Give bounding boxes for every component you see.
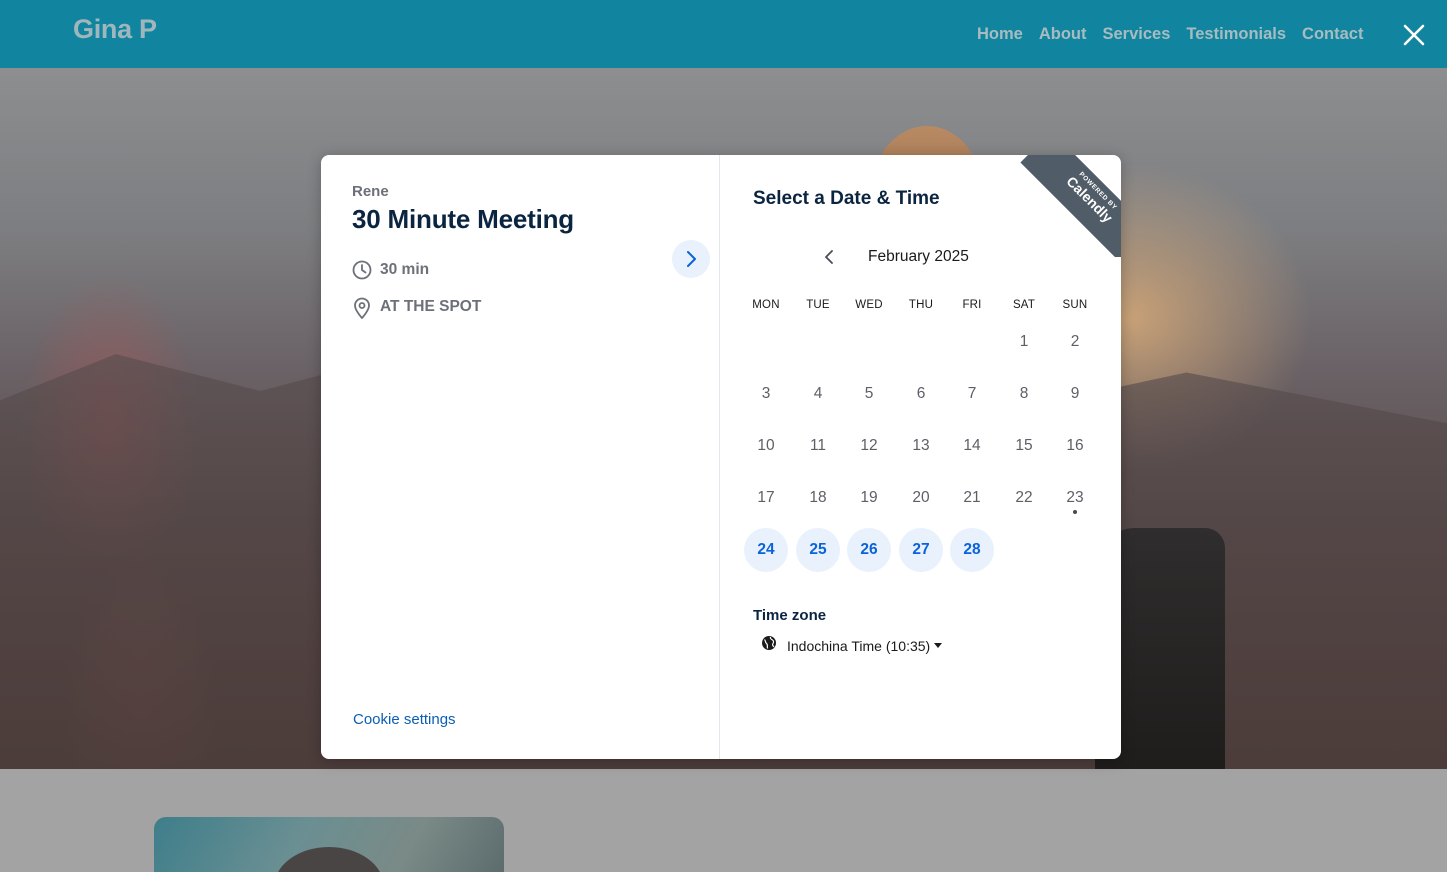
scheduling-modal: Rene 30 Minute Meeting 30 min AT THE SPO… — [321, 155, 1121, 759]
day-13: 13 — [912, 437, 930, 454]
month-label: February 2025 — [868, 248, 969, 265]
site-brand[interactable]: Gina P — [73, 14, 157, 45]
day-16: 16 — [1066, 437, 1084, 454]
weekday-sat: SAT — [1012, 299, 1036, 311]
nav-services[interactable]: Services — [1095, 24, 1179, 44]
weekday-tue: TUE — [806, 299, 830, 311]
day-4: 4 — [813, 385, 823, 402]
day-1: 1 — [1019, 333, 1029, 350]
close-icon[interactable] — [1401, 22, 1427, 48]
location-row: AT THE SPOT — [352, 297, 482, 320]
location-text: AT THE SPOT — [380, 298, 482, 315]
timezone-heading: Time zone — [753, 607, 827, 624]
weekday-fri: FRI — [962, 299, 982, 311]
day-25-available[interactable]: 25 — [796, 528, 840, 572]
next-month-button[interactable] — [672, 240, 710, 278]
nav-about[interactable]: About — [1031, 24, 1095, 44]
day-3: 3 — [761, 385, 771, 402]
day-6: 6 — [916, 385, 926, 402]
day-12: 12 — [860, 437, 878, 454]
duration-text: 30 min — [380, 261, 430, 278]
date-picker-panel: Select a Date & Time POWERED BY Calendly… — [721, 155, 1121, 759]
day-11: 11 — [809, 437, 827, 454]
nav-home[interactable]: Home — [969, 24, 1031, 44]
day-10: 10 — [757, 437, 775, 454]
event-title: 30 Minute Meeting — [352, 204, 574, 234]
caret-down-icon — [934, 643, 943, 648]
calendly-badge[interactable]: POWERED BY Calendly — [1020, 155, 1121, 257]
weekday-mon: MON — [752, 299, 780, 311]
day-24-available[interactable]: 24 — [744, 528, 788, 572]
weekday-wed: WED — [855, 299, 883, 311]
day-28-available[interactable]: 28 — [950, 528, 994, 572]
host-name: Rene — [352, 183, 389, 200]
day-15: 15 — [1015, 437, 1033, 454]
day-14: 14 — [963, 437, 981, 454]
day-9: 9 — [1070, 385, 1080, 402]
day-8: 8 — [1019, 385, 1029, 402]
day-21: 21 — [963, 489, 981, 506]
nav-contact[interactable]: Contact — [1294, 24, 1371, 44]
nav-testimonials[interactable]: Testimonials — [1178, 24, 1294, 44]
event-details-panel: Rene 30 Minute Meeting 30 min AT THE SPO… — [321, 155, 720, 759]
profile-card-image — [154, 817, 504, 872]
globe-icon — [761, 635, 777, 656]
day-20: 20 — [912, 489, 930, 506]
day-19: 19 — [860, 489, 878, 506]
site-header: Gina P Home About Services Testimonials … — [0, 0, 1447, 68]
location-pin-icon — [352, 297, 372, 320]
weekday-thu: THU — [908, 299, 934, 311]
day-18: 18 — [809, 489, 827, 506]
day-5: 5 — [864, 385, 874, 402]
day-2: 2 — [1070, 333, 1080, 350]
clock-icon — [352, 260, 372, 280]
timezone-value: Indochina Time (10:35) — [787, 637, 931, 654]
today-indicator-dot — [1073, 510, 1077, 514]
duration-row: 30 min — [352, 260, 429, 280]
weekday-sun: SUN — [1062, 299, 1088, 311]
site-nav: Home About Services Testimonials Contact — [969, 24, 1371, 44]
picker-title: Select a Date & Time — [753, 188, 940, 209]
cookie-settings-link[interactable]: Cookie settings — [353, 711, 456, 728]
day-17: 17 — [757, 489, 775, 506]
timezone-dropdown[interactable]: Indochina Time (10:35) — [761, 635, 943, 656]
day-26-available[interactable]: 26 — [847, 528, 891, 572]
prev-month-button[interactable] — [815, 243, 843, 271]
day-22: 22 — [1015, 489, 1033, 506]
day-27-available[interactable]: 27 — [899, 528, 943, 572]
day-7: 7 — [967, 385, 977, 402]
calendly-ribbon: POWERED BY Calendly — [1020, 155, 1121, 257]
